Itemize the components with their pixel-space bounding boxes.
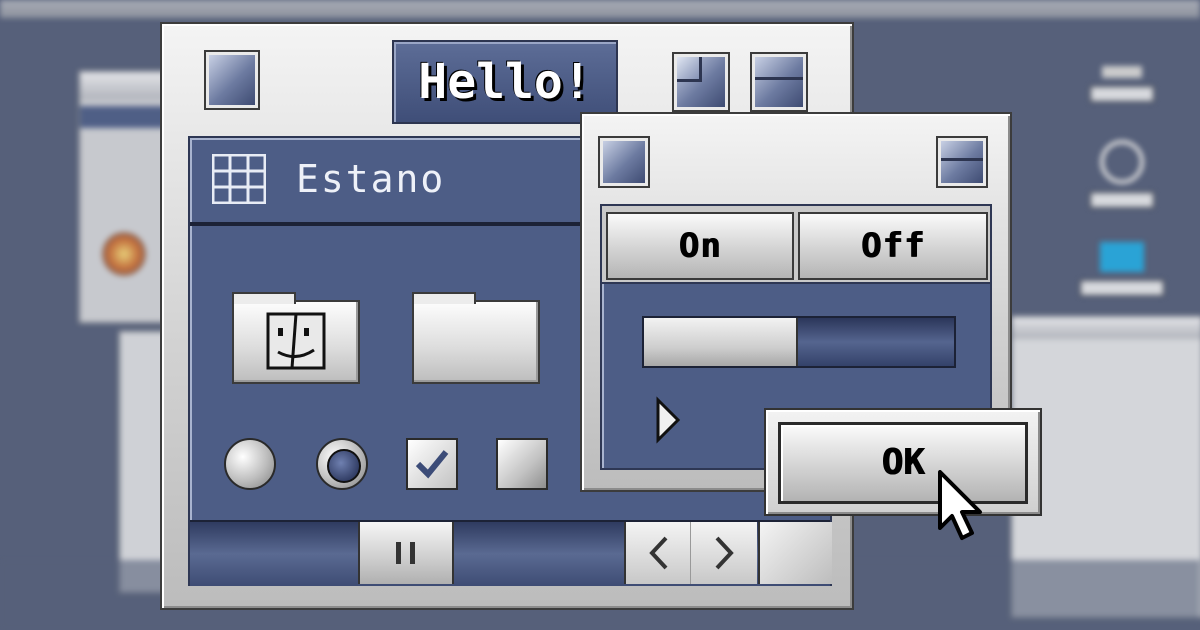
folder-header-label: Estano	[296, 157, 446, 201]
grid-icon[interactable]	[211, 153, 267, 205]
tab-on[interactable]: On	[606, 212, 794, 280]
tab-off[interactable]: Off	[798, 212, 988, 280]
radio-button-unselected[interactable]	[224, 438, 276, 490]
scroll-left-button[interactable]	[624, 522, 692, 584]
folder-icon[interactable]	[412, 292, 540, 384]
scroll-thumb[interactable]	[358, 522, 454, 584]
scroll-right-icon	[715, 536, 734, 570]
zoom-box[interactable]	[674, 54, 728, 110]
progress-bar	[642, 316, 956, 368]
progress-fill	[644, 318, 798, 366]
disclosure-triangle-icon[interactable]	[654, 396, 684, 444]
scroll-left-icon	[649, 536, 668, 570]
dialog-close-box[interactable]	[600, 138, 648, 186]
collapse-box[interactable]	[752, 54, 806, 110]
window-title: Hello!	[418, 54, 592, 110]
horizontal-scrollbar[interactable]	[190, 520, 832, 586]
cursor-icon	[936, 470, 988, 544]
desktop-icon-3[interactable]	[1080, 242, 1164, 296]
radio-button-selected[interactable]	[316, 438, 368, 490]
close-box[interactable]	[206, 52, 258, 108]
menu-bar	[0, 0, 1200, 18]
ok-button-frame: OK	[764, 408, 1042, 516]
ok-button[interactable]: OK	[778, 422, 1028, 504]
dialog-collapse-box[interactable]	[938, 138, 986, 186]
desktop-icon-2[interactable]	[1090, 140, 1154, 208]
scroll-right-button[interactable]	[690, 522, 757, 584]
desktop-icon-1[interactable]	[1090, 66, 1154, 102]
finder-icon[interactable]	[232, 292, 360, 384]
checkbox-unchecked[interactable]	[496, 438, 548, 490]
grow-box[interactable]	[758, 522, 832, 584]
tab-bar: On Off	[602, 206, 990, 284]
checkbox-checked[interactable]	[406, 438, 458, 490]
checkmark-icon	[415, 450, 449, 479]
